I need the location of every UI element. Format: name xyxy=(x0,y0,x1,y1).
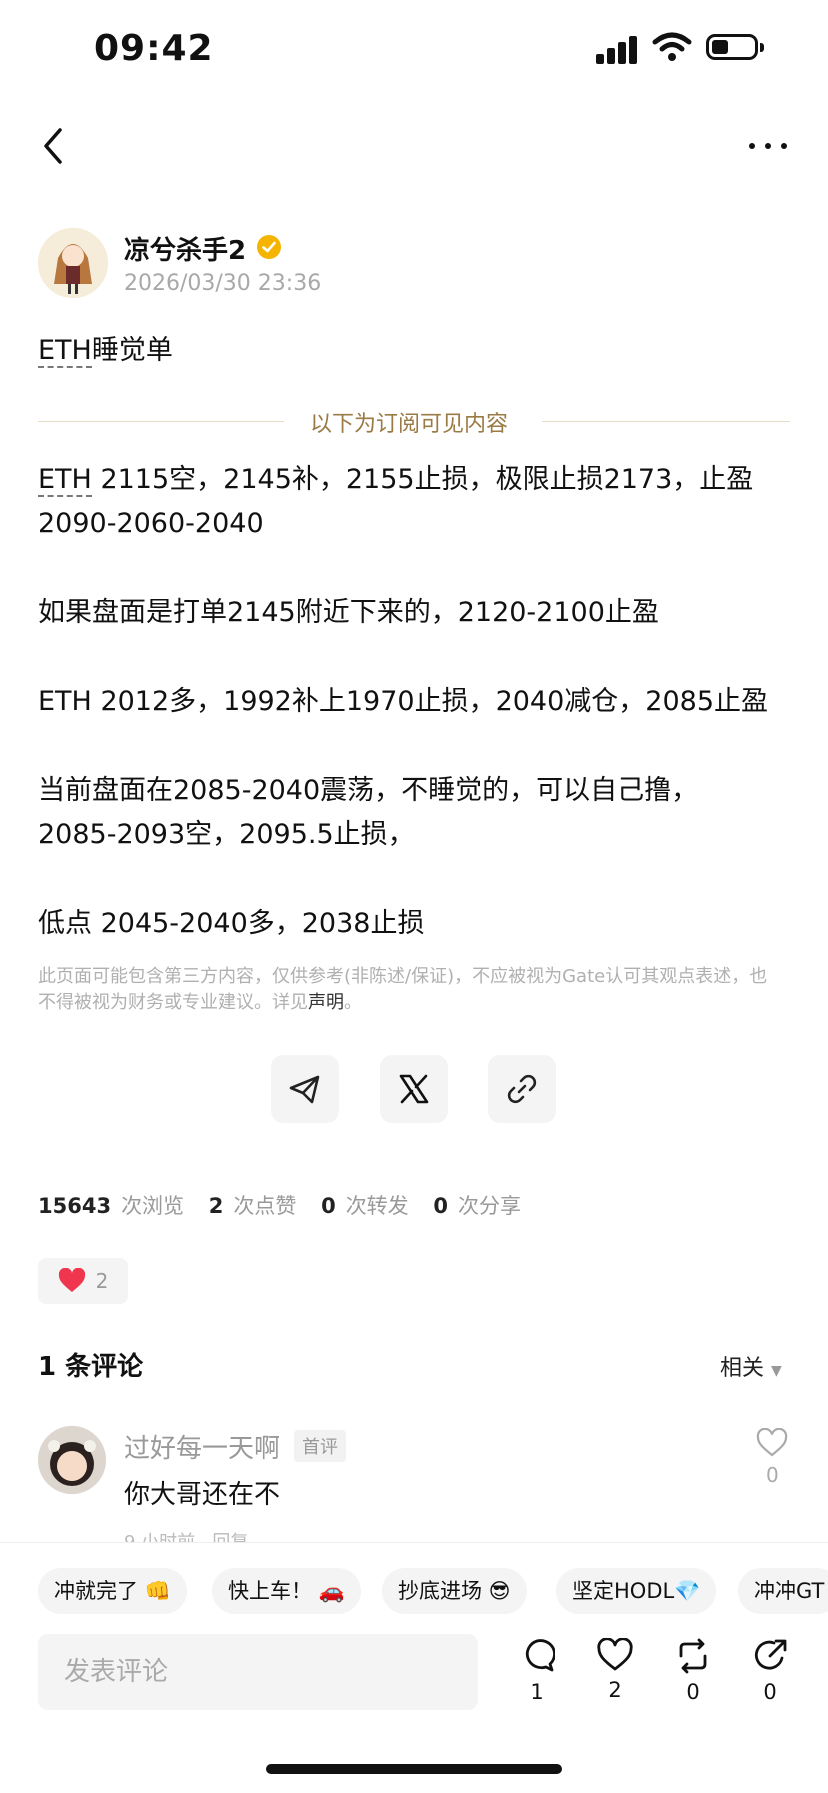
back-button[interactable] xyxy=(36,124,72,168)
likes-count: 2 xyxy=(208,1194,224,1218)
eth-ticker-link[interactable]: ETH xyxy=(38,464,92,497)
likes-label: 次点赞 xyxy=(233,1194,297,1218)
repost-icon xyxy=(679,1638,707,1674)
reaction-count: 2 xyxy=(95,1269,109,1293)
x-icon xyxy=(399,1074,429,1104)
comment-action-button[interactable]: 1 xyxy=(512,1638,562,1704)
repost-count: 0 xyxy=(686,1680,700,1704)
copy-link-button[interactable] xyxy=(488,1055,556,1123)
link-icon xyxy=(507,1074,537,1104)
content-line: 低点 2045-2040多，2038止损 xyxy=(38,908,425,939)
content-line: ETH 2012多，1992补上1970止损，2040减仓，2085止盈 xyxy=(38,686,769,717)
divider-line-right xyxy=(542,421,790,422)
caret-down-icon: ▼ xyxy=(771,1363,782,1379)
heart-reaction-button[interactable]: 2 xyxy=(38,1258,128,1304)
quick-reply-chip[interactable]: 冲冲GT xyxy=(738,1568,828,1614)
post-content: ETH 2115空，2145补，2155止损，极限止损2173，止盈 2090-… xyxy=(38,458,798,946)
views-label: 次浏览 xyxy=(121,1194,185,1218)
comment-count: 1 xyxy=(530,1680,544,1704)
divider-line-left xyxy=(38,421,284,422)
status-time: 09:42 xyxy=(94,28,214,69)
content-line: 当前盘面在2085-2040震荡，不睡觉的，可以自己撸， xyxy=(38,775,699,806)
comments-title: 1 条评论 xyxy=(38,1352,144,1382)
post-title-text: 睡觉单 xyxy=(91,335,173,366)
share-action-button[interactable]: 0 xyxy=(745,1638,795,1704)
commenter-name[interactable]: 过好每一天啊 xyxy=(124,1428,280,1465)
post-timestamp: 2026/03/30 23:36 xyxy=(124,271,322,296)
quick-reply-chip[interactable]: 冲就完了 👊 xyxy=(38,1568,187,1614)
sort-label: 相关 xyxy=(720,1356,765,1381)
share-arrow-icon xyxy=(754,1639,787,1670)
content-line: ETH 2115空，2145补，2155止损，极限止损2173，止盈 xyxy=(38,464,754,497)
post-stats: 15643 次浏览 2 次点赞 0 次转发 0 次分享 xyxy=(38,1190,539,1220)
quick-reply-chip[interactable]: 抄底进场 😎 xyxy=(382,1568,527,1614)
author-avatar[interactable] xyxy=(38,228,108,298)
comment-bubble-icon xyxy=(525,1639,556,1672)
comment-sort-dropdown[interactable]: 相关 ▼ xyxy=(720,1350,782,1382)
author-name[interactable]: 凉兮杀手2 xyxy=(124,230,246,267)
anime-girl-avatar-icon xyxy=(38,228,108,298)
disclaimer: 此页面可能包含第三方内容，仅供参考(非陈述/保证)，不应被视为Gate认可其观点… xyxy=(38,966,768,1013)
repost-action-button[interactable]: 0 xyxy=(668,1638,718,1704)
first-comment-badge: 首评 xyxy=(294,1430,346,1462)
home-indicator xyxy=(266,1764,562,1774)
comment-input[interactable] xyxy=(38,1634,478,1710)
share-telegram-button[interactable] xyxy=(271,1055,339,1123)
subscriber-divider-label: 以下为订阅可见内容 xyxy=(310,412,509,437)
share-x-button[interactable] xyxy=(380,1055,448,1123)
shares-count: 0 xyxy=(433,1194,448,1218)
like-action-button[interactable]: 2 xyxy=(590,1637,640,1702)
reposts-label: 次转发 xyxy=(345,1194,409,1218)
disclaimer-link[interactable]: 声明 xyxy=(308,992,344,1013)
telegram-icon xyxy=(289,1075,320,1104)
heart-icon xyxy=(58,1268,85,1292)
content-line: 2090-2060-2040 xyxy=(38,508,264,539)
verified-badge-icon xyxy=(257,235,281,259)
comment-like-heart-icon[interactable] xyxy=(756,1428,788,1458)
comment-like-count: 0 xyxy=(766,1463,779,1487)
content-line: 如果盘面是打单2145附近下来的，2120-2100止盈 xyxy=(38,597,659,628)
eth-ticker-link[interactable]: ETH xyxy=(38,335,92,368)
share-count: 0 xyxy=(763,1680,777,1704)
post-title: ETH睡觉单 xyxy=(38,328,173,368)
wifi-icon xyxy=(652,32,692,61)
like-count: 2 xyxy=(608,1678,622,1702)
views-count: 15643 xyxy=(38,1194,112,1218)
cellular-signal-icon xyxy=(596,34,640,64)
reposts-count: 0 xyxy=(321,1194,336,1218)
battery-icon xyxy=(706,34,764,60)
girl-avatar-icon xyxy=(38,1426,106,1494)
comment-text: 你大哥还在不 xyxy=(124,1480,281,1510)
quick-reply-chip[interactable]: 快上车！ 🚗 xyxy=(212,1568,361,1614)
commenter-avatar[interactable] xyxy=(38,1426,106,1494)
shares-label: 次分享 xyxy=(458,1194,521,1218)
quick-reply-chip[interactable]: 坚定HODL💎 xyxy=(556,1568,717,1614)
more-options-button[interactable] xyxy=(746,126,790,166)
content-line: 2085-2093空，2095.5止损， xyxy=(38,819,415,850)
heart-outline-icon xyxy=(597,1637,633,1671)
